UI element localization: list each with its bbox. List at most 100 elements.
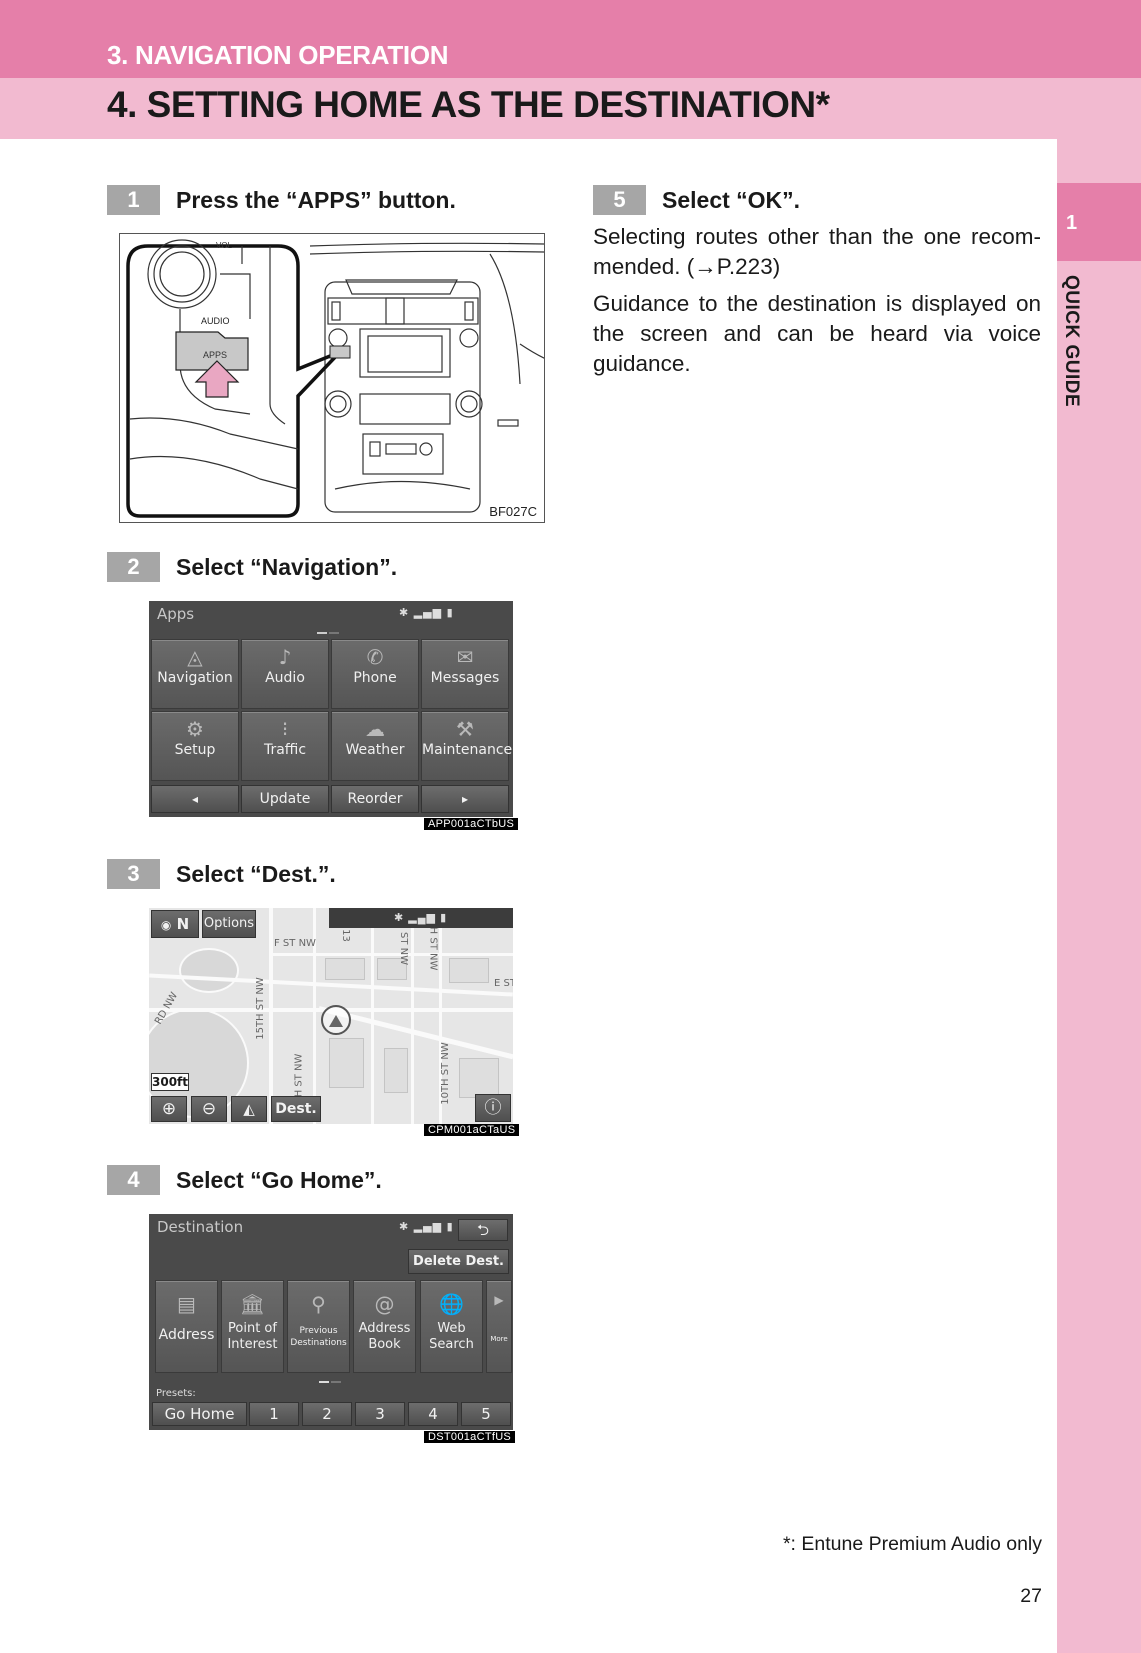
figure-code: BF027C (489, 504, 537, 519)
heading-button[interactable]: ◭ (231, 1096, 267, 1122)
map-scale: 300ft (151, 1073, 189, 1091)
preset-3-button[interactable]: 3 (355, 1402, 405, 1426)
status-bar: ✱ ▂▄▆ ▮ (329, 908, 513, 928)
info-button[interactable]: ⓘ (475, 1094, 511, 1122)
chevron-right-icon: ▶ (494, 1293, 504, 1307)
preset-5-button[interactable]: 5 (461, 1402, 511, 1426)
traffic-light-icon: ⁝ (281, 717, 289, 741)
reorder-button[interactable]: Reorder (331, 785, 419, 813)
vol-label: VOL (216, 241, 233, 250)
step-text: Select “Go Home”. (176, 1166, 382, 1193)
address-card-icon: ▤ (177, 1292, 196, 1316)
compass-button[interactable]: ◉ N (151, 910, 199, 938)
update-button[interactable]: Update (241, 785, 329, 813)
step-3: 3 Select “Dest.”. (107, 859, 336, 889)
page-indicator-inactive (331, 1381, 341, 1383)
status-icons: ✱ ▂▄▆ ▮ (394, 911, 447, 924)
weather-icon: ☁ (365, 717, 385, 741)
zoom-in-button[interactable]: ⊕ (151, 1096, 187, 1122)
bluetooth-icon: ✱ (399, 1220, 410, 1233)
image-code: DST001aCTfUS (424, 1431, 516, 1443)
app-tile-messages[interactable]: ✉ Messages (421, 639, 509, 709)
chapter-tab-number: 1 (1066, 212, 1078, 234)
dest-tile-poi[interactable]: 🏛 Point of Interest (221, 1280, 284, 1373)
battery-icon: ▮ (440, 912, 448, 924)
music-note-icon: ♪ (278, 645, 292, 669)
street-label: 10TH ST NW (439, 1042, 451, 1105)
street-label: 15TH ST NW (254, 977, 266, 1040)
image-code: APP001aCTbUS (424, 818, 519, 830)
dest-tile-previous[interactable]: ⚲ Previous Destinations (287, 1280, 350, 1373)
chapter-label: QUICK GUIDE (1061, 275, 1082, 408)
dest-button[interactable]: Dest. (271, 1096, 321, 1122)
street-label: E ST (494, 978, 513, 989)
step-4: 4 Select “Go Home”. (107, 1165, 382, 1195)
back-button[interactable]: ⮌ (458, 1219, 508, 1241)
step-text: Press the “APPS” button. (176, 186, 456, 213)
step-badge: 3 (107, 859, 160, 889)
street-label: H ST NW (427, 926, 439, 971)
bluetooth-icon: ✱ (399, 606, 410, 619)
phone-icon: ✆ (366, 645, 384, 669)
delete-dest-button[interactable]: Delete Dest. (408, 1249, 509, 1274)
preset-2-button[interactable]: 2 (302, 1402, 352, 1426)
dashboard-drawing: VOL AUDIO APPS (126, 239, 544, 518)
gear-icon: ⚙ (186, 717, 204, 741)
step-badge: 5 (593, 185, 646, 215)
step-badge: 2 (107, 552, 160, 582)
status-icons: ✱ ▂▄▆ ▮ (399, 1220, 454, 1233)
street-label: ST NW (398, 931, 410, 966)
step-badge: 1 (107, 185, 160, 215)
tools-icon: ⚒ (456, 717, 474, 741)
prev-page-button[interactable]: ◂ (151, 785, 239, 813)
step-2: 2 Select “Navigation”. (107, 552, 397, 582)
step-1: 1 Press the “APPS” button. (107, 185, 456, 215)
preset-4-button[interactable]: 4 (408, 1402, 458, 1426)
globe-search-icon: 🌐 (439, 1292, 464, 1316)
bluetooth-icon: ✱ (394, 912, 405, 924)
battery-icon: ▮ (446, 606, 454, 619)
address-book-icon: @ (374, 1292, 395, 1316)
app-tile-navigation[interactable]: ◬ Navigation (151, 639, 239, 709)
step-5: 5 Select “OK”. (593, 185, 800, 215)
page-indicator-inactive (329, 632, 339, 634)
step-text: Select “Dest.”. (176, 860, 336, 887)
step-5-note: Selecting routes other than the one reco… (593, 224, 1041, 279)
apps-label: APPS (203, 350, 227, 360)
page-indicator (319, 1381, 329, 1383)
previous-destinations-icon: ⚲ (311, 1292, 326, 1316)
app-tile-setup[interactable]: ⚙ Setup (151, 711, 239, 781)
dest-tile-web-search[interactable]: 🌐 Web Search (420, 1280, 483, 1373)
image-code: CPM001aCTaUS (424, 1124, 520, 1136)
go-home-button[interactable]: Go Home (152, 1402, 247, 1426)
footnote: *: Entune Premium Audio only (782, 1533, 1042, 1555)
app-tile-phone[interactable]: ✆ Phone (331, 639, 419, 709)
app-tile-weather[interactable]: ☁ Weather (331, 711, 419, 781)
dest-tile-address-book[interactable]: @ Address Book (353, 1280, 416, 1373)
signal-icon: ▂▄▆ (413, 1220, 443, 1233)
options-button[interactable]: Options (202, 910, 256, 938)
page-title: 4. SETTING HOME AS THE DESTINATION* (107, 84, 830, 125)
status-icons: ✱ ▂▄▆ ▮ (399, 606, 454, 619)
battery-icon: ▮ (446, 1220, 454, 1233)
page-indicator (317, 632, 327, 634)
audio-label: AUDIO (201, 316, 230, 326)
dest-tile-address[interactable]: ▤ Address (155, 1280, 218, 1373)
screen-title: Apps (157, 605, 195, 623)
next-page-button[interactable]: ▸ (421, 785, 509, 813)
app-tile-traffic[interactable]: ⁝ Traffic (241, 711, 329, 781)
apps-screen: Apps ✱ ▂▄▆ ▮ ◬ Navigation ♪ Audio ✆ Phon… (149, 601, 513, 817)
step-5-description: Guidance to the destination is displayed… (593, 291, 1041, 376)
app-tile-maintenance[interactable]: ⚒ Maintenance (421, 711, 512, 781)
presets-label: Presets: (156, 1388, 196, 1399)
envelope-icon: ✉ (456, 645, 474, 669)
step-badge: 4 (107, 1165, 160, 1195)
step-text: Select “Navigation”. (176, 553, 398, 580)
map-screen[interactable]: F ST NW 13 ST NW H ST NW E ST 15TH ST NW… (149, 908, 513, 1124)
compass-icon: ◬ (187, 645, 203, 669)
signal-icon: ▂▄▆ (413, 606, 443, 619)
app-tile-audio[interactable]: ♪ Audio (241, 639, 329, 709)
dest-tile-more[interactable]: ▶ More (486, 1280, 512, 1373)
preset-1-button[interactable]: 1 (249, 1402, 299, 1426)
zoom-out-button[interactable]: ⊖ (191, 1096, 227, 1122)
